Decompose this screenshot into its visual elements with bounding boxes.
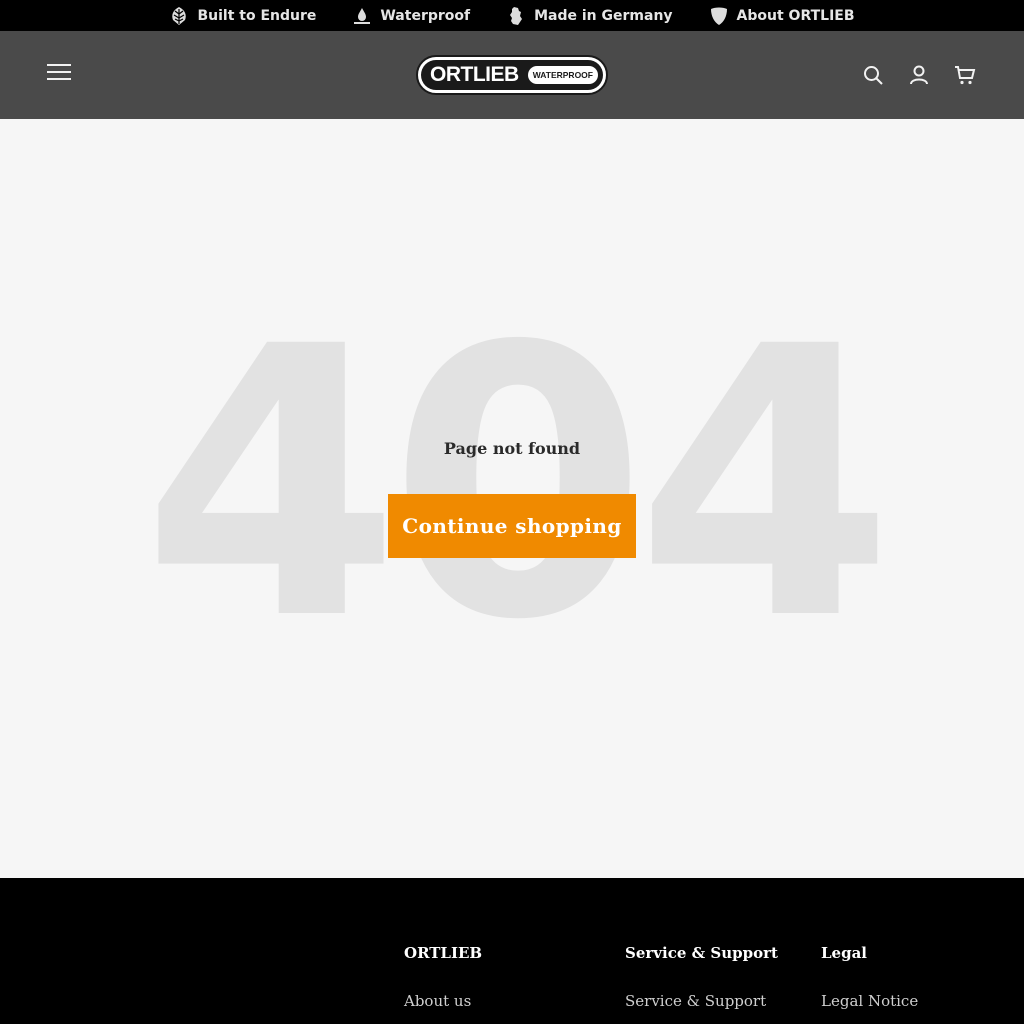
footer-column-service: Service & Support Service & Support [625, 944, 778, 1010]
announcement-about-ortlieb[interactable]: About ORTLIEB [709, 6, 855, 26]
continue-shopping-button[interactable]: Continue shopping [388, 494, 636, 558]
footer-link-about-us[interactable]: About us [404, 992, 482, 1010]
site-footer: ORTLIEB About us Service & Support Servi… [0, 878, 1024, 1024]
announcement-label: Built to Endure [197, 7, 317, 24]
announcement-built-to-endure[interactable]: Built to Endure [169, 6, 316, 26]
ortlieb-logo[interactable]: ORTLIEB WATERPROOF [416, 55, 608, 95]
footer-column-ortlieb: ORTLIEB About us [404, 944, 482, 1010]
water-drop-icon [352, 6, 372, 26]
menu-icon[interactable] [47, 64, 71, 86]
announcement-waterproof[interactable]: Waterproof [352, 6, 470, 26]
germany-map-icon [506, 6, 526, 26]
cart-icon[interactable] [954, 64, 976, 86]
shield-icon [709, 6, 729, 26]
footer-column-title: ORTLIEB [404, 944, 483, 962]
logo-tagline: WATERPROOF [527, 66, 598, 84]
announcement-made-in-germany[interactable]: Made in Germany [506, 6, 673, 26]
account-icon[interactable] [908, 64, 930, 86]
leaf-icon [169, 6, 189, 26]
site-header: ORTLIEB WATERPROOF [0, 31, 1024, 119]
logo-wordmark: ORTLIEB [430, 63, 519, 86]
announcement-bar: Built to Endure Waterproof Made in Germa… [0, 0, 1024, 31]
footer-column-legal: Legal Legal Notice [821, 944, 918, 1010]
announcement-label: About ORTLIEB [736, 7, 855, 24]
footer-link-legal-notice[interactable]: Legal Notice [821, 992, 918, 1010]
footer-column-title: Legal [821, 944, 867, 962]
announcement-label: Made in Germany [534, 7, 673, 24]
footer-column-title: Service & Support [625, 944, 778, 962]
search-icon[interactable] [862, 64, 884, 86]
page-not-found-message: Page not found [443, 439, 581, 458]
announcement-label: Waterproof [380, 7, 471, 24]
error-code-background: 404 [141, 268, 895, 701]
footer-link-service-support[interactable]: Service & Support [625, 992, 778, 1010]
main-content: 404 Page not found Continue shopping [0, 119, 1024, 878]
